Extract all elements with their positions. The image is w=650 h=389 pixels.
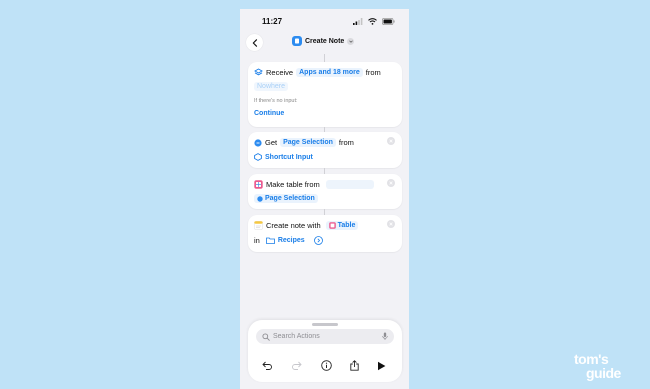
receive-connector: from — [365, 68, 381, 77]
nav-header: Create Note — [240, 34, 409, 52]
redo-button[interactable] — [291, 361, 302, 370]
info-button[interactable] — [320, 360, 332, 371]
info-icon — [320, 360, 332, 371]
share-button[interactable] — [350, 360, 359, 371]
back-button[interactable] — [246, 34, 263, 51]
in-connector: in — [254, 236, 260, 245]
page-selection-token[interactable]: Page Selection — [254, 194, 318, 203]
table-icon — [328, 222, 336, 229]
publisher-watermark: tom's guide — [574, 352, 621, 380]
action-bar: Search Actions — [248, 320, 402, 382]
create-note-verb: Create note with — [266, 221, 321, 230]
signal-icon — [353, 18, 363, 25]
variable-icon — [254, 138, 262, 147]
page-selection-token[interactable]: Page Selection — [280, 138, 336, 147]
make-table-action-card[interactable]: Make table from Page Selection — [248, 174, 402, 209]
remove-action-button[interactable] — [387, 220, 395, 228]
get-connector: from — [338, 138, 354, 147]
watermark-line-2: guide — [586, 365, 621, 381]
search-field[interactable]: Search Actions — [256, 329, 394, 344]
run-button[interactable] — [377, 361, 386, 371]
share-icon — [350, 360, 359, 371]
remove-action-button[interactable] — [387, 137, 395, 145]
create-note-action-card[interactable]: Create note with Table in Recipes — [248, 215, 402, 252]
status-time: 11:27 — [262, 17, 283, 26]
no-input-label: If there's no input: — [254, 98, 298, 104]
fallback-token[interactable]: Continue — [254, 110, 284, 117]
play-icon — [378, 361, 386, 370]
close-icon — [389, 139, 393, 143]
expand-options-button[interactable] — [313, 236, 323, 245]
page-title: Create Note — [305, 37, 345, 45]
folder-icon — [265, 237, 275, 244]
table-icon — [254, 180, 263, 189]
shortcut-input-icon — [254, 153, 262, 161]
source-token[interactable]: Nowhere — [254, 82, 289, 91]
close-icon — [389, 181, 393, 185]
table-token[interactable]: Table — [325, 221, 359, 230]
status-icons — [353, 18, 395, 25]
phone-screen: 11:27 Create Note Receive Apps and 18 mo… — [240, 9, 409, 389]
get-verb: Get — [265, 138, 278, 147]
notes-app-icon — [292, 36, 302, 46]
chevron-left-icon — [252, 38, 257, 47]
undo-icon — [262, 361, 272, 370]
redo-icon — [292, 361, 302, 370]
notes-icon — [254, 221, 263, 230]
empty-parameter-field[interactable] — [325, 180, 374, 189]
layers-icon — [254, 68, 263, 77]
undo-button[interactable] — [262, 361, 273, 370]
editor-toolbar — [262, 360, 386, 371]
receive-verb: Receive — [266, 68, 294, 77]
status-bar: 11:27 — [240, 17, 409, 31]
search-input[interactable]: Search Actions — [273, 333, 320, 340]
remove-action-button[interactable] — [387, 179, 395, 187]
battery-icon — [382, 18, 395, 25]
search-icon — [262, 332, 270, 341]
input-types-token[interactable]: Apps and 18 more — [296, 68, 363, 77]
flow-connector — [324, 54, 326, 62]
shortcut-title-menu[interactable]: Create Note — [292, 36, 355, 46]
close-icon — [389, 222, 393, 226]
wifi-icon — [368, 18, 377, 25]
receive-action-card[interactable]: Receive Apps and 18 more from Nowhere If… — [248, 62, 402, 127]
make-table-verb: Make table from — [266, 180, 320, 189]
get-variable-action-card[interactable]: Get Page Selection from Shortcut Input — [248, 132, 402, 168]
shortcut-input-token[interactable]: Shortcut Input — [265, 154, 313, 161]
folder-token[interactable]: Recipes — [265, 237, 305, 244]
chevron-right-circle-icon — [313, 236, 323, 245]
chevron-down-icon — [347, 37, 355, 45]
microphone-icon[interactable] — [382, 332, 388, 341]
sheet-grabber[interactable] — [312, 323, 338, 326]
variable-icon — [257, 195, 263, 202]
